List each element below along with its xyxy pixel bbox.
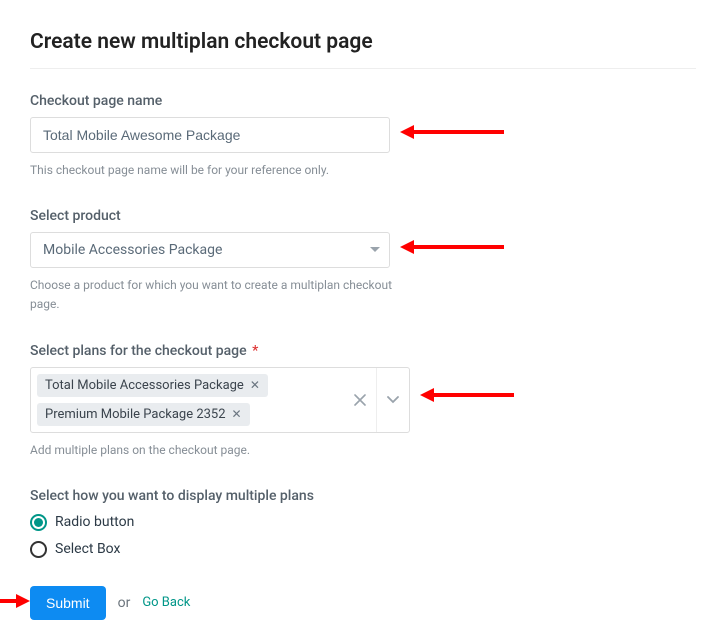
plans-multiselect[interactable]: Total Mobile Accessories Package ✕ Premi…	[30, 367, 410, 433]
display-mode-radio-group: Radio button Select Box	[30, 514, 696, 558]
plans-label: Select plans for the checkout page *	[30, 343, 696, 359]
plan-chip-label: Premium Mobile Package 2352	[45, 407, 226, 422]
title-divider	[30, 68, 696, 69]
product-helper: Choose a product for which you want to c…	[30, 276, 410, 314]
radio-option-radio-button[interactable]: Radio button	[30, 514, 696, 531]
clear-all-icon[interactable]	[344, 368, 376, 432]
plan-chip-label: Total Mobile Accessories Package	[45, 378, 244, 393]
submit-button[interactable]: Submit	[30, 586, 106, 620]
plans-label-text: Select plans for the checkout page	[30, 343, 247, 359]
plans-helper: Add multiple plans on the checkout page.	[30, 441, 410, 460]
plan-chip: Premium Mobile Package 2352 ✕	[37, 403, 250, 426]
annotation-arrow	[400, 240, 504, 254]
plans-chips-container: Total Mobile Accessories Package ✕ Premi…	[31, 368, 344, 432]
product-select[interactable]: Mobile Accessories Package	[30, 232, 390, 268]
field-display-mode: Select how you want to display multiple …	[30, 488, 696, 558]
radio-option-select-box[interactable]: Select Box	[30, 541, 696, 558]
page-title: Create new multiplan checkout page	[30, 30, 696, 54]
form-actions: Submit or Go Back	[30, 586, 696, 620]
annotation-arrow	[400, 125, 504, 139]
chip-remove-icon[interactable]: ✕	[250, 379, 260, 391]
plan-chip: Total Mobile Accessories Package ✕	[37, 374, 268, 397]
go-back-link[interactable]: Go Back	[142, 595, 190, 610]
radio-icon-checked	[30, 514, 47, 531]
checkout-name-helper: This checkout page name will be for your…	[30, 161, 410, 180]
product-select-value: Mobile Accessories Package	[30, 232, 390, 268]
checkout-name-input[interactable]	[30, 117, 390, 153]
chevron-down-icon[interactable]	[377, 368, 409, 432]
annotation-arrow	[0, 594, 30, 608]
required-asterisk: *	[252, 343, 258, 359]
radio-option-label: Radio button	[55, 514, 134, 530]
radio-icon-unchecked	[30, 541, 47, 558]
display-mode-label: Select how you want to display multiple …	[30, 488, 696, 504]
or-text: or	[118, 595, 131, 611]
product-label: Select product	[30, 208, 696, 224]
checkout-name-label: Checkout page name	[30, 93, 696, 109]
field-plans: Select plans for the checkout page * Tot…	[30, 343, 696, 460]
field-checkout-name: Checkout page name This checkout page na…	[30, 93, 696, 180]
chip-remove-icon[interactable]: ✕	[232, 408, 242, 420]
annotation-arrow	[420, 388, 514, 402]
field-product: Select product Mobile Accessories Packag…	[30, 208, 696, 314]
radio-option-label: Select Box	[55, 541, 120, 557]
multiselect-controls	[344, 368, 409, 432]
